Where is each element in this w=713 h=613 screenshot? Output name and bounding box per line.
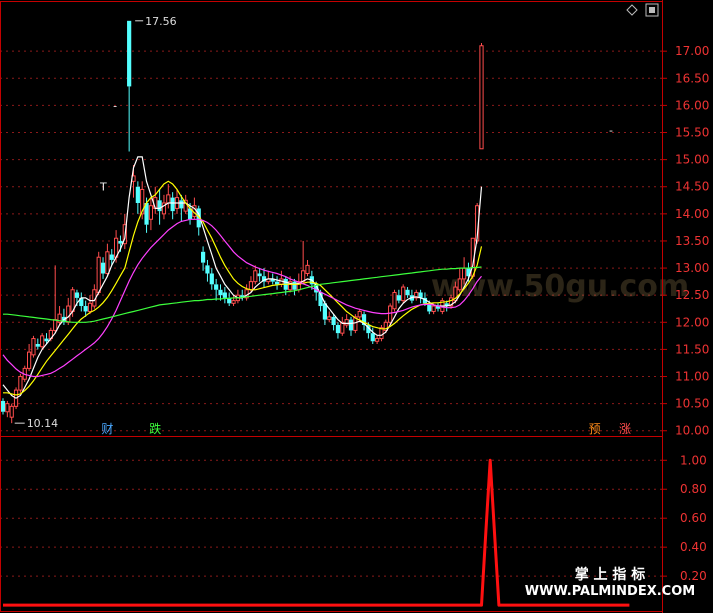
y-tick-label: 16.50	[675, 71, 709, 85]
high-price-label: 17.56	[145, 15, 177, 28]
y-tick-label: 11.00	[675, 370, 709, 384]
candle	[31, 335, 36, 358]
y-tick-label: 0.60	[680, 511, 707, 525]
y-tick-label: 15.00	[675, 153, 709, 167]
candle	[392, 289, 397, 312]
event-marker: 涨	[619, 421, 631, 436]
y-tick-label: 0.40	[680, 540, 707, 554]
signal-marker: -	[113, 99, 117, 112]
y-tick-label: 10.50	[675, 397, 709, 411]
kline-chart: www.50gu.com 17.5610.14T--财跌预涨 17.0016.5…	[0, 0, 713, 613]
event-marker: 财	[101, 422, 113, 436]
signal-marker: -	[609, 124, 613, 137]
y-tick-label: 11.50	[675, 342, 709, 356]
candle	[479, 43, 484, 150]
event-marker: 预	[589, 422, 601, 436]
y-tick-label: 14.00	[675, 207, 709, 221]
y-tick-label: 12.00	[675, 315, 709, 329]
candle	[379, 325, 384, 342]
brand-cn: 掌 上 指 标	[575, 566, 646, 583]
y-tick-label: 14.50	[675, 180, 709, 194]
y-tick-label: 15.50	[675, 126, 709, 140]
candle	[401, 284, 406, 304]
y-tick-label: 1.00	[680, 453, 707, 467]
candle	[18, 373, 23, 393]
y-tick-label: 13.00	[675, 261, 709, 275]
signal-marker: T	[99, 181, 107, 194]
y-tick-label: 0.80	[680, 482, 707, 496]
y-tick-label: 0.20	[680, 569, 707, 583]
y-tick-label: 10.00	[675, 424, 709, 438]
event-marker: 跌	[149, 421, 161, 436]
y-tick-label: 13.50	[675, 234, 709, 248]
low-price-label: 10.14	[27, 417, 59, 430]
y-tick-label: 16.00	[675, 98, 709, 112]
y-tick-label: 12.50	[675, 288, 709, 302]
candle	[40, 333, 45, 350]
candle	[96, 251, 101, 296]
y-tick-label: 17.00	[675, 44, 709, 58]
brand-url: WWW.PALMINDEX.COM	[525, 584, 695, 599]
